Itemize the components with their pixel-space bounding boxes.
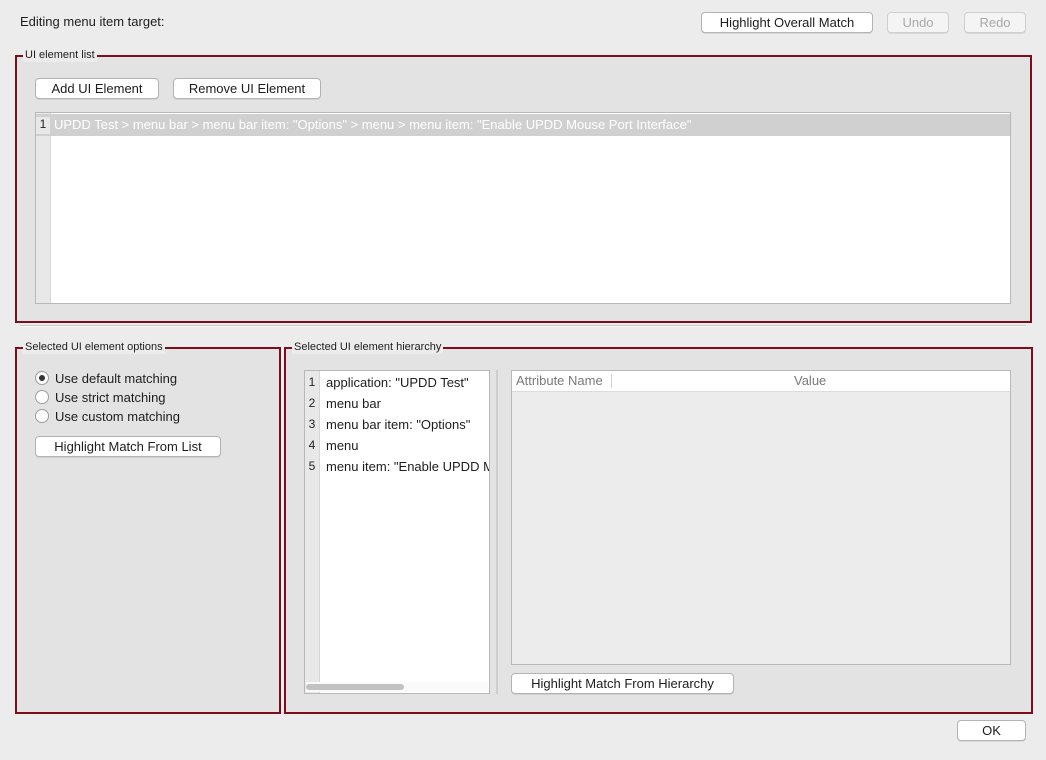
scrollbar-thumb[interactable] <box>306 684 404 690</box>
row-number: 1 <box>308 375 316 389</box>
column-divider[interactable] <box>611 374 612 388</box>
list-item[interactable]: 2 menu bar <box>305 393 488 414</box>
radio-strict-matching[interactable]: Use strict matching <box>35 388 166 406</box>
radio-button[interactable] <box>35 409 49 423</box>
radio-button[interactable] <box>35 390 49 404</box>
list-item-text: menu item: "Enable UPDD Mouse Port Inter… <box>326 459 489 474</box>
row-number: 1 <box>36 117 50 134</box>
add-ui-element-button[interactable]: Add UI Element <box>35 78 159 99</box>
split-view-divider[interactable] <box>496 370 498 694</box>
radio-button[interactable] <box>35 371 49 385</box>
ok-button[interactable]: OK <box>957 720 1026 741</box>
column-header-value[interactable]: Value <box>794 373 826 388</box>
highlight-match-from-hierarchy-button[interactable]: Highlight Match From Hierarchy <box>511 673 734 694</box>
ui-element-list-group: UI element list Add UI Element Remove UI… <box>15 48 1032 323</box>
list-item-text: menu <box>326 438 359 453</box>
hierarchy-title: Selected UI element hierarchy <box>292 340 444 354</box>
redo-button[interactable]: Redo <box>964 12 1026 33</box>
column-header-attribute-name[interactable]: Attribute Name <box>516 373 603 388</box>
radio-default-matching[interactable]: Use default matching <box>35 369 177 387</box>
highlight-match-from-list-button[interactable]: Highlight Match From List <box>35 436 221 457</box>
list-item[interactable]: 4 menu <box>305 435 488 456</box>
radio-custom-matching[interactable]: Use custom matching <box>35 407 180 425</box>
editing-title: Editing menu item target: <box>20 14 165 29</box>
list-item-text: menu bar item: "Options" <box>326 417 471 432</box>
undo-button[interactable]: Undo <box>887 12 949 33</box>
ui-element-table[interactable]: 1 UPDD Test > menu bar > menu bar item: … <box>35 112 1011 304</box>
remove-ui-element-button[interactable]: Remove UI Element <box>173 78 321 99</box>
radio-label: Use custom matching <box>55 408 180 424</box>
list-item[interactable]: 1 application: "UPDD Test" <box>305 372 488 393</box>
row-number: 3 <box>308 417 316 431</box>
attributes-table[interactable]: Attribute Name Value <box>511 370 1011 665</box>
radio-label: Use strict matching <box>55 389 166 405</box>
horizontal-scrollbar[interactable] <box>306 682 488 692</box>
row-path-text: UPDD Test > menu bar > menu bar item: "O… <box>54 117 692 132</box>
list-item[interactable]: 3 menu bar item: "Options" <box>305 414 488 435</box>
radio-label: Use default matching <box>55 370 178 386</box>
row-number: 4 <box>308 438 316 452</box>
highlight-overall-match-button[interactable]: Highlight Overall Match <box>701 12 873 33</box>
list-item-text: menu bar <box>326 396 381 411</box>
ui-element-options-group: Selected UI element options Use default … <box>15 340 281 714</box>
list-item-text: application: "UPDD Test" <box>326 375 469 390</box>
line-number-gutter <box>36 113 51 303</box>
options-title: Selected UI element options <box>23 340 165 354</box>
section-divider <box>20 325 1026 327</box>
list-item[interactable]: 5 menu item: "Enable UPDD Mouse Port Int… <box>305 456 489 477</box>
row-number: 2 <box>308 396 316 410</box>
table-row[interactable]: 1 UPDD Test > menu bar > menu bar item: … <box>36 114 1010 136</box>
ui-element-list-title: UI element list <box>23 48 97 62</box>
row-number: 5 <box>308 459 316 473</box>
hierarchy-list[interactable]: 1 application: "UPDD Test" 2 menu bar 3 … <box>304 370 490 694</box>
attributes-table-header: Attribute Name Value <box>512 371 1010 392</box>
ui-element-hierarchy-group: Selected UI element hierarchy 1 applicat… <box>284 340 1033 714</box>
